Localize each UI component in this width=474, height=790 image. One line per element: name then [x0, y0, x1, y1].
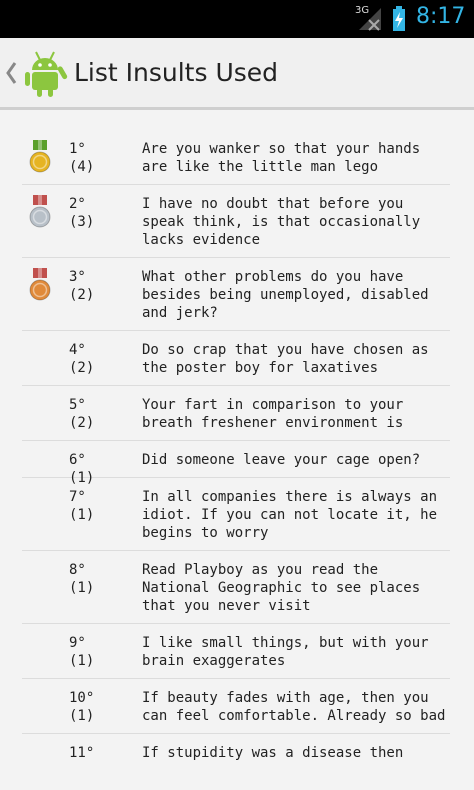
rank-label: 9° (1) — [69, 634, 139, 670]
status-bar: 3G 8:17 — [0, 0, 474, 38]
rank-number: 2° — [69, 196, 86, 212]
insult-text: I have no doubt that before you speak th… — [142, 196, 421, 248]
rank-number: 10° — [69, 690, 95, 706]
rank-label: 7° (1) — [69, 488, 139, 524]
list-item[interactable]: 10° (1) If beauty fades with age, then you… — [22, 679, 450, 734]
rank-number: 5° — [69, 397, 86, 413]
list-item[interactable]: 11° If stupidity was a disease then — [22, 734, 450, 768]
rank-label: 10° (1) — [69, 689, 139, 725]
rank-number: 3° — [69, 269, 86, 285]
rank-label: 4° (2) — [69, 341, 139, 377]
insult-text: Your fart in comparison to your breath f… — [142, 397, 404, 431]
insult-text: Did someone leave your cage open? — [142, 452, 421, 468]
rank-label: 5° (2) — [69, 396, 139, 432]
rank-label: 2° (3) — [69, 195, 139, 231]
list-item[interactable]: 7° (1) In all companies there is always an… — [22, 478, 450, 551]
insult-text: What other problems do you have besides … — [142, 269, 429, 321]
battery-charging-icon — [393, 6, 405, 31]
rank-label: 8° (1) — [69, 561, 139, 597]
clock: 8:17 — [416, 4, 466, 29]
silver-medal-icon — [29, 195, 51, 228]
usage-count: (3) — [69, 214, 95, 230]
insult-text: Are you wanker so that your hands are li… — [142, 141, 421, 175]
insult-text: Do so crap that you have chosen as the p… — [142, 342, 429, 376]
insult-text: Read Playboy as you read the National Ge… — [142, 562, 421, 614]
insult-text: In all companies there is always an idio… — [142, 489, 438, 541]
rank-number: 8° — [69, 562, 86, 578]
bronze-medal-icon — [29, 268, 51, 301]
android-app-icon[interactable] — [22, 48, 68, 98]
usage-count: (1) — [69, 507, 95, 523]
usage-count: (1) — [69, 653, 95, 669]
insult-text: If stupidity was a disease then — [142, 745, 404, 761]
action-bar: List Insults Used — [0, 38, 474, 110]
rank-number: 7° — [69, 489, 86, 505]
list-item[interactable]: 2° (3) I have no doubt that before you spe… — [22, 185, 450, 258]
list-item[interactable]: 9° (1) I like small things, but with your … — [22, 624, 450, 679]
usage-count: (2) — [69, 360, 95, 376]
list-item[interactable]: 5° (2) Your fart in comparison to your bre… — [22, 386, 450, 441]
list-item[interactable]: 8° (1) Read Playboy as you read the Nation… — [22, 551, 450, 624]
usage-count: (1) — [69, 708, 95, 724]
rank-label: 3° (2) — [69, 268, 139, 304]
list-item[interactable]: 3° (2) What other problems do you have bes… — [22, 258, 450, 331]
rank-number: 4° — [69, 342, 86, 358]
rank-number: 1° — [69, 141, 86, 157]
list-item[interactable]: 4° (2) Do so crap that you have chosen as … — [22, 331, 450, 386]
usage-count: (2) — [69, 415, 95, 431]
insult-text: If beauty fades with age, then you can f… — [142, 690, 446, 724]
insult-text: I like small things, but with your brain… — [142, 635, 429, 669]
usage-count: (1) — [69, 580, 95, 596]
rank-number: 9° — [69, 635, 86, 651]
rank-label: 1° (4) — [69, 140, 139, 176]
rank-label: 11° — [69, 744, 139, 762]
insults-list[interactable]: 1° (4) Are you wanker so that your hands a… — [22, 130, 450, 768]
signal-icon — [359, 8, 381, 31]
usage-count: (2) — [69, 287, 95, 303]
back-chevron-icon[interactable] — [4, 60, 18, 86]
page-title: List Insults Used — [74, 58, 279, 87]
list-item[interactable]: 1° (4) Are you wanker so that your hands a… — [22, 130, 450, 185]
rank-number: 11° — [69, 745, 95, 761]
rank-number: 6° — [69, 452, 86, 468]
gold-medal-icon — [29, 140, 51, 173]
usage-count: (4) — [69, 159, 95, 175]
list-item[interactable]: 6° (1) Did someone leave your cage open? — [22, 441, 450, 486]
